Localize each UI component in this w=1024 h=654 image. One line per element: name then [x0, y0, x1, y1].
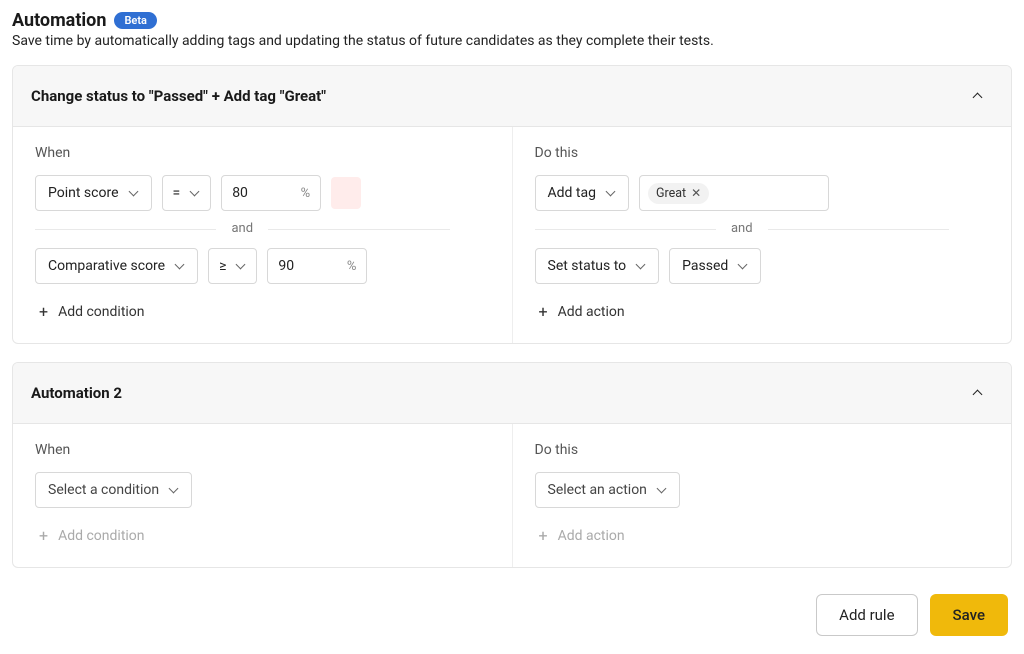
condition-field-value: Point score [48, 185, 119, 201]
collapse-button[interactable] [963, 80, 993, 112]
page-title: Automation [12, 10, 106, 31]
delete-condition-button[interactable] [202, 474, 232, 506]
chevron-down-icon [636, 261, 646, 271]
delete-action-button[interactable] [839, 177, 869, 209]
action-type-select[interactable]: Select an action [535, 472, 680, 508]
status-value: Passed [682, 258, 728, 274]
condition-operator-select[interactable]: ≥ [208, 248, 257, 284]
rule-header: Automation 2 [13, 363, 1011, 424]
condition-field-select[interactable]: Point score [35, 175, 152, 211]
add-action-button[interactable]: + Add action [535, 304, 625, 320]
when-label: When [35, 442, 490, 458]
condition-row: Select a condition [35, 472, 490, 508]
delete-rule-button[interactable] [913, 377, 943, 409]
delete-action-button[interactable] [690, 474, 720, 506]
rule-header: Change status to "Passed" + Add tag "Gre… [13, 66, 1011, 127]
chevron-up-icon [973, 91, 983, 101]
add-condition-button[interactable]: + Add condition [35, 304, 145, 320]
plus-icon: + [539, 304, 548, 320]
trash-icon [921, 386, 936, 401]
chevron-down-icon [606, 188, 616, 198]
automation-rule-card: Automation 2 When Select a condition [12, 362, 1012, 568]
percent-suffix: % [347, 259, 357, 274]
tag-chip-label: Great [656, 186, 686, 201]
condition-operator-select[interactable]: = [162, 175, 212, 211]
plus-icon: + [539, 528, 548, 544]
add-action-label: Add action [558, 528, 625, 544]
chevron-down-icon [175, 261, 185, 271]
plus-icon: + [39, 304, 48, 320]
trash-icon [697, 483, 712, 498]
action-type-select[interactable]: Set status to [535, 248, 660, 284]
page-subtitle: Save time by automatically adding tags a… [12, 33, 1012, 49]
add-rule-button[interactable]: Add rule [816, 594, 917, 636]
remove-tag-button[interactable]: ✕ [691, 186, 701, 200]
automation-rule-card: Change status to "Passed" + Add tag "Gre… [12, 65, 1012, 344]
footer-actions: Add rule Save [12, 586, 1012, 644]
and-separator: and [35, 221, 450, 236]
tag-chip: Great ✕ [648, 183, 709, 204]
trash-icon [846, 186, 861, 201]
condition-placeholder: Select a condition [48, 482, 159, 498]
trash-icon [779, 259, 794, 274]
tag-input[interactable]: Great ✕ [639, 175, 829, 211]
chevron-down-icon [657, 485, 667, 495]
and-separator: and [535, 221, 950, 236]
chevron-down-icon [169, 485, 179, 495]
do-this-label: Do this [535, 145, 990, 161]
action-type-value: Add tag [548, 185, 596, 201]
chevron-down-icon [129, 188, 139, 198]
when-section: When Point score = 80 % and [13, 127, 512, 343]
condition-value: 90 [278, 258, 294, 274]
when-label: When [35, 145, 490, 161]
add-condition-button: + Add condition [35, 528, 145, 544]
action-row: Select an action [535, 472, 990, 508]
save-button[interactable]: Save [930, 594, 1008, 636]
condition-row: Point score = 80 % [35, 175, 490, 211]
status-select[interactable]: Passed [669, 248, 761, 284]
delete-action-button[interactable] [771, 250, 801, 282]
add-condition-label: Add condition [58, 304, 144, 320]
beta-badge: Beta [114, 12, 157, 29]
condition-value: 80 [232, 185, 248, 201]
delete-condition-button[interactable] [331, 177, 361, 209]
condition-operator-value: ≥ [219, 258, 226, 274]
trash-icon [210, 483, 225, 498]
action-row: Set status to Passed [535, 248, 990, 284]
when-section: When Select a condition + Add condition [13, 424, 512, 567]
action-row: Add tag Great ✕ [535, 175, 990, 211]
delete-rule-button[interactable] [913, 80, 943, 112]
chevron-down-icon [190, 188, 200, 198]
condition-field-select[interactable]: Select a condition [35, 472, 192, 508]
add-condition-label: Add condition [58, 528, 144, 544]
trash-icon [339, 186, 354, 201]
add-action-label: Add action [558, 304, 625, 320]
percent-suffix: % [301, 186, 311, 201]
action-type-select[interactable]: Add tag [535, 175, 629, 211]
trash-icon [921, 89, 936, 104]
add-action-button: + Add action [535, 528, 625, 544]
condition-row: Comparative score ≥ 90 % [35, 248, 490, 284]
trash-icon [385, 259, 400, 274]
action-placeholder: Select an action [548, 482, 647, 498]
action-type-value: Set status to [548, 258, 627, 274]
condition-value-input[interactable]: 80 % [221, 175, 321, 211]
chevron-down-icon [236, 261, 246, 271]
do-this-section: Do this Add tag Great ✕ and [512, 127, 1012, 343]
collapse-button[interactable] [963, 377, 993, 409]
delete-condition-button[interactable] [377, 250, 407, 282]
condition-operator-value: = [173, 185, 181, 201]
condition-field-select[interactable]: Comparative score [35, 248, 198, 284]
condition-field-value: Comparative score [48, 258, 165, 274]
chevron-up-icon [973, 388, 983, 398]
do-this-label: Do this [535, 442, 990, 458]
condition-value-input[interactable]: 90 % [267, 248, 367, 284]
do-this-section: Do this Select an action + Add action [512, 424, 1012, 567]
rule-title: Change status to "Passed" + Add tag "Gre… [31, 87, 326, 105]
rule-title: Automation 2 [31, 384, 122, 402]
plus-icon: + [39, 528, 48, 544]
chevron-down-icon [738, 261, 748, 271]
